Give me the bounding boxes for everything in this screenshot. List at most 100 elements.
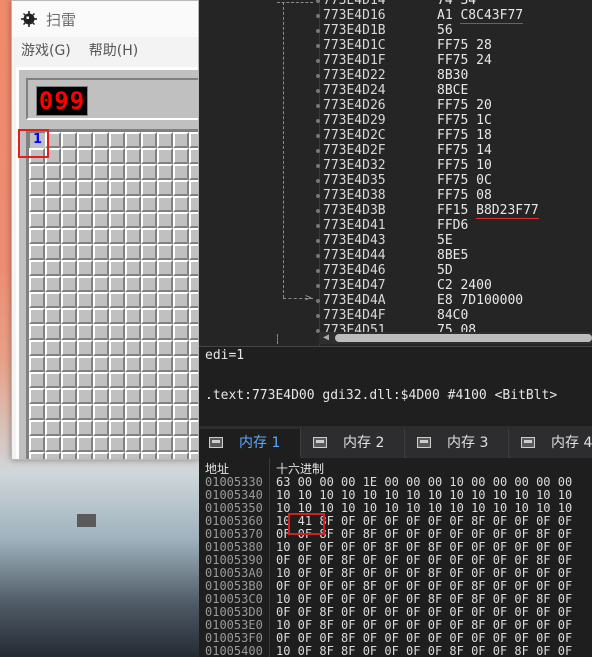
- mine-cell[interactable]: [125, 404, 141, 420]
- mine-cell[interactable]: [77, 356, 93, 372]
- mine-cell[interactable]: [189, 180, 198, 196]
- mine-cell[interactable]: [77, 292, 93, 308]
- mine-cell[interactable]: [109, 324, 125, 340]
- mine-cell[interactable]: [109, 292, 125, 308]
- tab-memory-2[interactable]: 内存 2: [303, 429, 405, 458]
- breakpoint-dot-icon[interactable]: [316, 194, 320, 198]
- mine-cell[interactable]: [61, 276, 77, 292]
- mine-cell[interactable]: [93, 292, 109, 308]
- mine-cell[interactable]: [61, 356, 77, 372]
- disasm-line[interactable]: 773E4D22 8B30: [199, 68, 592, 83]
- scroll-left-icon[interactable]: ◀: [323, 332, 329, 344]
- mine-cell[interactable]: [61, 324, 77, 340]
- mine-cell[interactable]: [173, 228, 189, 244]
- mine-cell[interactable]: [61, 196, 77, 212]
- mine-cell[interactable]: [157, 276, 173, 292]
- mine-cell[interactable]: [77, 148, 93, 164]
- mine-cell[interactable]: [77, 180, 93, 196]
- mine-cell[interactable]: [77, 196, 93, 212]
- mine-cell[interactable]: [141, 452, 157, 459]
- mine-cell[interactable]: [77, 244, 93, 260]
- mine-cell[interactable]: [157, 196, 173, 212]
- disasm-line[interactable]: 773E4D35 FF75 0C: [199, 173, 592, 188]
- mine-cell[interactable]: [29, 180, 45, 196]
- mine-cell[interactable]: [189, 196, 198, 212]
- mine-cell[interactable]: [45, 420, 61, 436]
- mine-cell[interactable]: [61, 452, 77, 459]
- breakpoint-dot-icon[interactable]: [316, 134, 320, 138]
- mine-cell[interactable]: [45, 404, 61, 420]
- mine-cell[interactable]: [45, 164, 61, 180]
- mine-cell[interactable]: [173, 196, 189, 212]
- mine-cell[interactable]: [125, 164, 141, 180]
- mine-cell[interactable]: [141, 148, 157, 164]
- mine-cell[interactable]: [141, 436, 157, 452]
- breakpoint-dot-icon[interactable]: [316, 254, 320, 258]
- mine-cell[interactable]: [173, 308, 189, 324]
- minesweeper-titlebar[interactable]: 扫雷: [12, 1, 198, 37]
- mine-cell[interactable]: [141, 180, 157, 196]
- mine-cell[interactable]: [109, 452, 125, 459]
- mine-cell[interactable]: [77, 212, 93, 228]
- mine-cell[interactable]: [141, 132, 157, 148]
- disasm-line[interactable]: 773E4D26 FF75 20: [199, 98, 592, 113]
- disasm-line[interactable]: 773E4D29 FF75 1C: [199, 113, 592, 128]
- mine-cell[interactable]: [93, 436, 109, 452]
- mine-cell[interactable]: [125, 212, 141, 228]
- mine-cell[interactable]: [189, 292, 198, 308]
- mine-cell[interactable]: [141, 340, 157, 356]
- breakpoint-dot-icon[interactable]: [316, 299, 320, 303]
- mine-cell[interactable]: [61, 180, 77, 196]
- mine-cell[interactable]: [77, 420, 93, 436]
- mine-cell[interactable]: [109, 164, 125, 180]
- mine-cell[interactable]: [173, 340, 189, 356]
- mine-cell[interactable]: [109, 196, 125, 212]
- mine-cell[interactable]: [109, 388, 125, 404]
- disasm-line[interactable]: 773E4D47 C2 2400: [199, 278, 592, 293]
- mine-cell[interactable]: [125, 180, 141, 196]
- mine-cell[interactable]: [93, 356, 109, 372]
- tab-memory-1[interactable]: 内存 1: [199, 429, 301, 458]
- disasm-line[interactable]: 773E4D2C FF75 18: [199, 128, 592, 143]
- breakpoint-dot-icon[interactable]: [316, 224, 320, 228]
- mine-cell[interactable]: [173, 276, 189, 292]
- mine-cell[interactable]: [61, 260, 77, 276]
- mine-cell[interactable]: [173, 180, 189, 196]
- mine-cell[interactable]: [173, 260, 189, 276]
- mine-cell[interactable]: [29, 356, 45, 372]
- mine-cell[interactable]: [61, 244, 77, 260]
- mine-cell[interactable]: [77, 340, 93, 356]
- mine-cell[interactable]: [77, 404, 93, 420]
- mine-cell[interactable]: [93, 180, 109, 196]
- mine-cell[interactable]: [29, 340, 45, 356]
- mine-cell[interactable]: [125, 228, 141, 244]
- mine-cell[interactable]: [157, 164, 173, 180]
- mine-cell[interactable]: [109, 276, 125, 292]
- mine-cell[interactable]: [93, 308, 109, 324]
- mine-cell[interactable]: [45, 324, 61, 340]
- breakpoint-dot-icon[interactable]: [316, 239, 320, 243]
- mine-cell[interactable]: [125, 324, 141, 340]
- mine-cell[interactable]: [157, 292, 173, 308]
- mine-cell[interactable]: [109, 308, 125, 324]
- mine-cell[interactable]: [93, 196, 109, 212]
- disasm-line[interactable]: 773E4D14 74 34: [199, 0, 592, 8]
- mine-cell[interactable]: [189, 212, 198, 228]
- mine-cell[interactable]: [45, 356, 61, 372]
- mine-cell[interactable]: [173, 356, 189, 372]
- mine-cell[interactable]: [45, 276, 61, 292]
- mine-cell[interactable]: [125, 452, 141, 459]
- mine-cell[interactable]: [141, 276, 157, 292]
- mine-cell[interactable]: [29, 404, 45, 420]
- breakpoint-dot-icon[interactable]: [316, 104, 320, 108]
- mine-cell[interactable]: [125, 148, 141, 164]
- mine-cell[interactable]: [109, 212, 125, 228]
- mine-cell[interactable]: [29, 196, 45, 212]
- mine-cell[interactable]: [29, 164, 45, 180]
- mine-cell[interactable]: [173, 292, 189, 308]
- mine-cell[interactable]: [173, 244, 189, 260]
- mine-cell[interactable]: [93, 212, 109, 228]
- mine-cell[interactable]: [45, 244, 61, 260]
- mine-cell[interactable]: [157, 308, 173, 324]
- mine-cell[interactable]: [45, 228, 61, 244]
